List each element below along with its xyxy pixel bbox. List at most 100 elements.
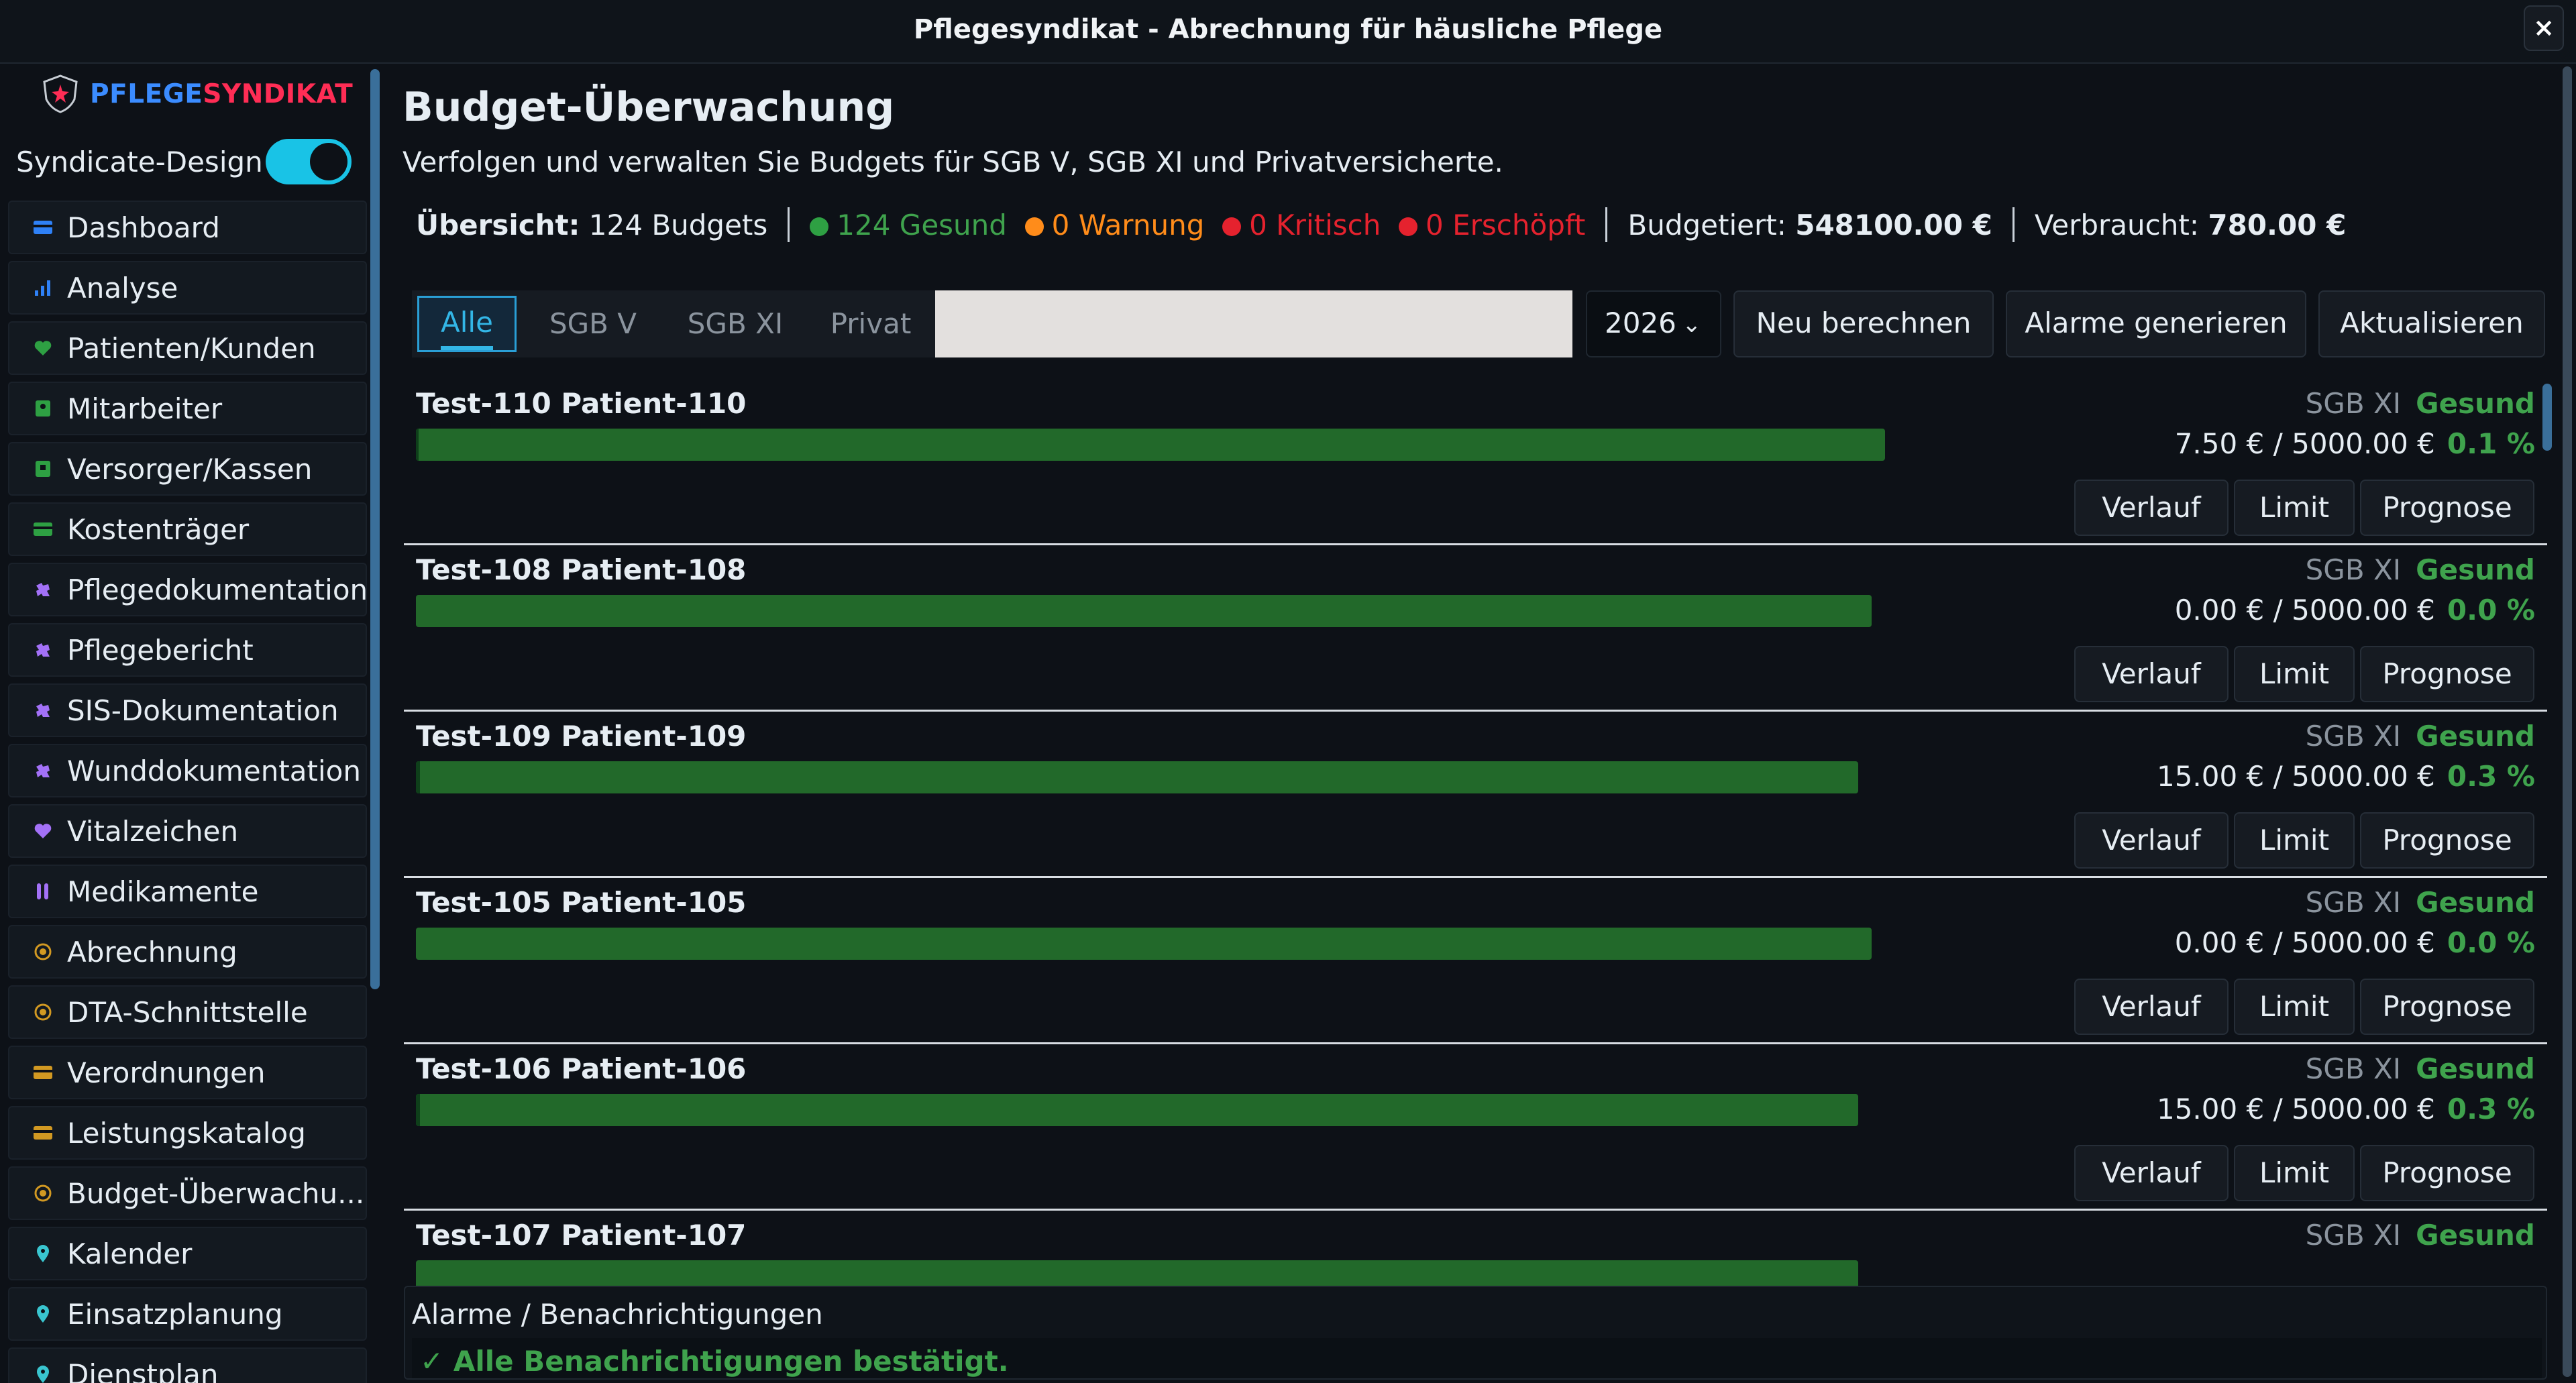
forecast-button[interactable]: Prognose xyxy=(2360,979,2534,1035)
sidebar-item-dashboard[interactable]: Dashboard xyxy=(8,201,367,254)
page-scrollbar-thumb[interactable] xyxy=(2563,66,2572,1377)
sidebar-item-versorger-kassen[interactable]: Versorger/Kassen xyxy=(8,442,367,496)
budget-progress-fill xyxy=(416,761,420,793)
budget-progress-fill xyxy=(416,429,419,461)
budget-amount: 7.50 € / 5000.00 €0.1 % xyxy=(2174,427,2535,460)
recalculate-button[interactable]: Neu berechnen xyxy=(1733,290,1994,357)
sidebar-item-label: Budget-Überwachu... xyxy=(67,1176,365,1210)
sidebar-item-label: DTA-Schnittstelle xyxy=(67,995,308,1029)
history-button[interactable]: Verlauf xyxy=(2074,646,2229,702)
used-value: 780.00 € xyxy=(2208,208,2347,241)
sidebar-item-verordnungen[interactable]: Verordnungen xyxy=(8,1046,367,1099)
limit-button[interactable]: Limit xyxy=(2234,1145,2355,1201)
budget-percent: 0.0 % xyxy=(2447,594,2535,626)
year-select[interactable]: 2026 ⌄ xyxy=(1586,290,1721,357)
notification-message: ✓ Alle Benachrichtigungen bestätigt. xyxy=(420,1345,1009,1378)
forecast-button[interactable]: Prognose xyxy=(2360,646,2534,702)
forecast-button[interactable]: Prognose xyxy=(2360,812,2534,869)
patient-name: Test-106 Patient-106 xyxy=(416,1052,747,1085)
budget-progress-bar xyxy=(416,761,1858,793)
refresh-button[interactable]: Aktualisieren xyxy=(2318,290,2545,357)
budget-progress-bar xyxy=(416,1094,1858,1126)
limit-button[interactable]: Limit xyxy=(2234,480,2355,536)
budget-row: Test-109 Patient-109 SGB XI Gesund 15.00 € … xyxy=(404,712,2547,878)
status-badge: Gesund xyxy=(2416,886,2535,919)
sidebar-item-budget-überwachu[interactable]: Budget-Überwachu... xyxy=(8,1166,367,1220)
shield-logo-icon xyxy=(43,74,78,113)
close-button[interactable]: × xyxy=(2524,5,2564,51)
budget-progress-bar xyxy=(416,928,1872,960)
generate-alarms-button[interactable]: Alarme generieren xyxy=(2006,290,2306,357)
budgeted-label: Budgetiert: xyxy=(1627,208,1786,241)
sidebar-item-einsatzplanung[interactable]: Einsatzplanung xyxy=(8,1287,367,1341)
person-icon xyxy=(32,398,54,419)
budget-type: SGB XI xyxy=(2305,1052,2402,1085)
healthy-count: 124 Gesund xyxy=(810,209,1007,241)
sidebar-item-sis-dokumentation[interactable]: SIS-Dokumentation xyxy=(8,683,367,737)
main-content: Budget-Überwachung Verfolgen und verwalt… xyxy=(382,64,2559,1383)
sidebar-item-patienten-kunden[interactable]: Patienten/Kunden xyxy=(8,321,367,375)
list-scrollbar[interactable] xyxy=(2542,384,2552,451)
limit-button[interactable]: Limit xyxy=(2234,979,2355,1035)
sidebar-item-dienstplan[interactable]: Dienstplan xyxy=(8,1347,367,1383)
heart-icon xyxy=(32,337,54,359)
sidebar-item-dta-schnittstelle[interactable]: DTA-Schnittstelle xyxy=(8,985,367,1039)
history-button[interactable]: Verlauf xyxy=(2074,812,2229,869)
sidebar-item-medikamente[interactable]: Medikamente xyxy=(8,865,367,918)
sidebar-item-label: Dienstplan xyxy=(67,1358,219,1383)
sidebar-item-analyse[interactable]: Analyse xyxy=(8,261,367,315)
sidebar-item-kostenträger[interactable]: Kostenträger xyxy=(8,502,367,556)
card-icon xyxy=(32,217,54,238)
budget-meta: SGB XI Gesund xyxy=(2306,1052,2535,1085)
sidebar-item-pflegedokumentation[interactable]: Pflegedokumentation xyxy=(8,563,367,616)
sidebar-item-leistungskatalog[interactable]: Leistungskatalog xyxy=(8,1106,367,1160)
sidebar-item-mitarbeiter[interactable]: Mitarbeiter xyxy=(8,382,367,435)
forecast-button[interactable]: Prognose xyxy=(2360,480,2534,536)
sidebar-item-abrechnung[interactable]: Abrechnung xyxy=(8,925,367,979)
year-value: 2026 xyxy=(1605,307,1676,339)
budget-meta: SGB XI Gesund xyxy=(2306,387,2535,420)
sidebar-scrollbar[interactable] xyxy=(370,69,380,989)
bar-chart-icon xyxy=(32,277,54,298)
sidebar-item-label: SIS-Dokumentation xyxy=(67,694,339,727)
coin-icon xyxy=(32,1001,54,1023)
page-title: Budget-Überwachung xyxy=(402,84,895,131)
budget-type: SGB XI xyxy=(2305,1219,2402,1252)
critical-count: 0 Kritisch xyxy=(1222,209,1381,241)
sidebar-item-label: Abrechnung xyxy=(67,935,237,969)
tab-alle[interactable]: Alle xyxy=(412,290,522,357)
design-toggle[interactable] xyxy=(266,139,352,184)
budget-percent: 0.1 % xyxy=(2447,427,2535,460)
budget-progress-bar xyxy=(416,595,1872,627)
limit-button[interactable]: Limit xyxy=(2234,812,2355,869)
filter-tabs: Alle SGB V SGB XI Privat xyxy=(412,290,1572,357)
card-icon xyxy=(32,1062,54,1083)
tab-privat[interactable]: Privat xyxy=(806,290,935,357)
design-toggle-row: Syndicate-Design xyxy=(16,136,352,187)
sidebar-item-label: Analyse xyxy=(67,271,178,305)
sidebar-item-kalender[interactable]: Kalender xyxy=(8,1227,367,1280)
forecast-button[interactable]: Prognose xyxy=(2360,1145,2534,1201)
puzzle-icon xyxy=(32,760,54,781)
budget-list: Test-110 Patient-110 SGB XI Gesund 7.50 € /… xyxy=(404,379,2547,1326)
tab-sgb-xi[interactable]: SGB XI xyxy=(664,290,806,357)
limit-button[interactable]: Limit xyxy=(2234,646,2355,702)
history-button[interactable]: Verlauf xyxy=(2074,480,2229,536)
sidebar-item-label: Wunddokumentation xyxy=(67,754,361,787)
sidebar-item-label: Versorger/Kassen xyxy=(67,452,313,486)
sidebar-item-label: Kostenträger xyxy=(67,512,250,546)
budget-amount: 0.00 € / 5000.00 €0.0 % xyxy=(2174,594,2535,626)
history-button[interactable]: Verlauf xyxy=(2074,979,2229,1035)
sidebar-item-pflegebericht[interactable]: Pflegebericht xyxy=(8,623,367,677)
budget-amount: 15.00 € / 5000.00 €0.3 % xyxy=(2156,760,2535,793)
coin-icon xyxy=(32,941,54,962)
sidebar-item-label: Mitarbeiter xyxy=(67,392,223,425)
used-label: Verbraucht: xyxy=(2034,208,2200,241)
page-scrollbar[interactable] xyxy=(2559,64,2576,1383)
sidebar-item-label: Medikamente xyxy=(67,875,259,908)
tab-sgb-v[interactable]: SGB V xyxy=(522,290,664,357)
history-button[interactable]: Verlauf xyxy=(2074,1145,2229,1201)
sidebar-item-wunddokumentation[interactable]: Wunddokumentation xyxy=(8,744,367,797)
budget-percent: 0.3 % xyxy=(2447,760,2535,793)
sidebar-item-vitalzeichen[interactable]: Vitalzeichen xyxy=(8,804,367,858)
